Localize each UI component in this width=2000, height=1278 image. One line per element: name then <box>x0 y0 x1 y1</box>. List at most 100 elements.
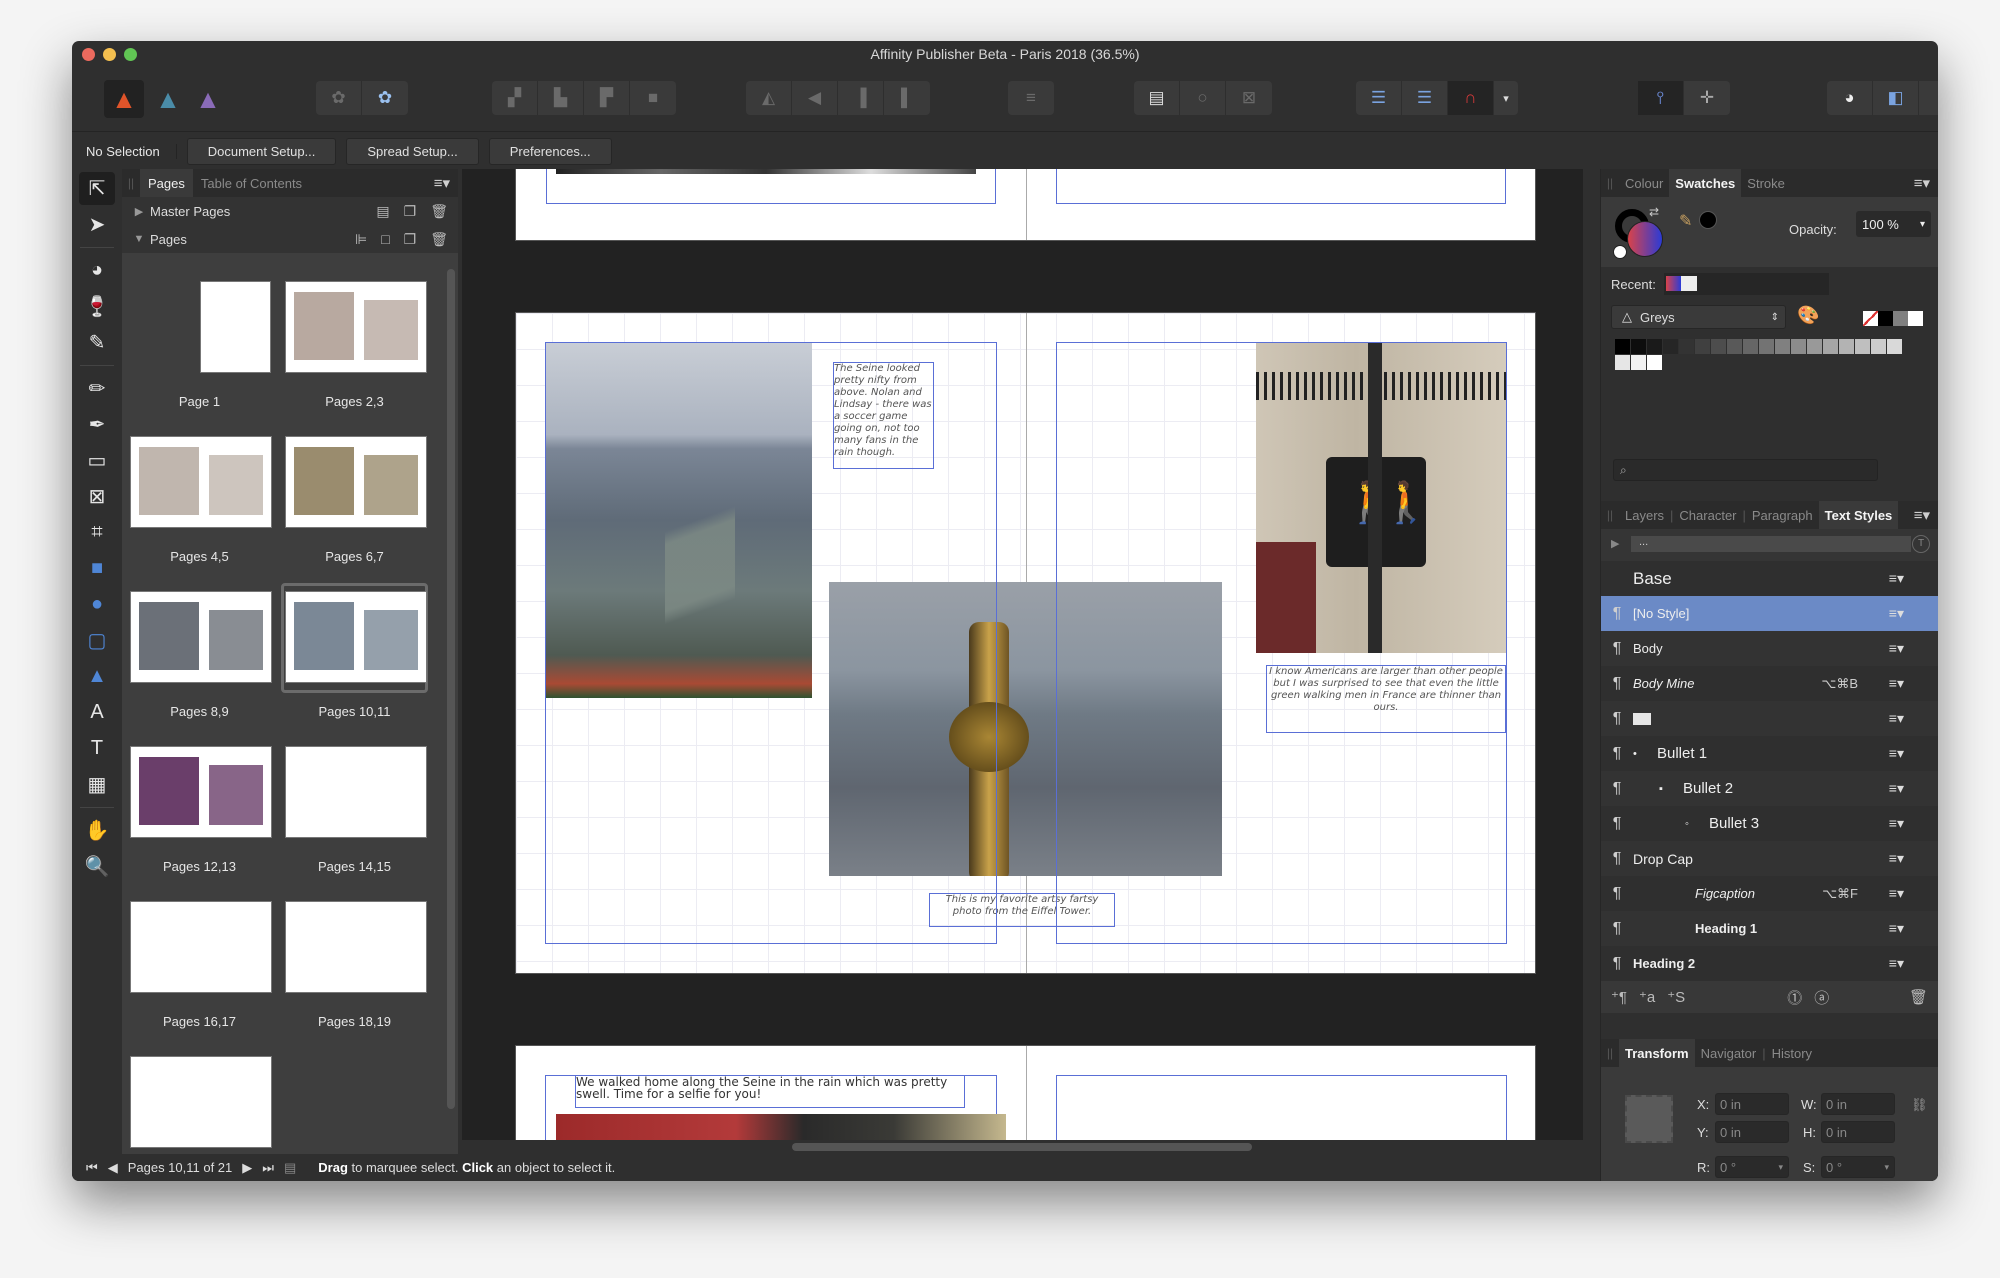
previous-page-icon[interactable]: ◀ <box>108 1160 118 1176</box>
photo-persona-button[interactable]: ▲ <box>188 80 228 118</box>
text-style-item[interactable]: ¶ Heading 2 ≡▾ <box>1601 946 1938 981</box>
style-menu-icon[interactable]: ≡▾ <box>1889 640 1904 657</box>
recent-swatch-white[interactable] <box>1681 276 1697 291</box>
grey-swatch[interactable] <box>1893 311 1908 326</box>
grey-swatch[interactable] <box>1631 355 1646 370</box>
grey-swatch[interactable] <box>1807 339 1822 354</box>
grey-swatch[interactable] <box>1823 339 1838 354</box>
close-window-button[interactable] <box>82 48 95 61</box>
rotate-right-button[interactable]: ▌ <box>884 81 930 115</box>
tab-layers[interactable]: Layers <box>1619 501 1670 529</box>
first-page-icon[interactable]: ⏮ <box>86 1160 98 1176</box>
panel-grip-icon[interactable]: || <box>1601 501 1619 529</box>
style-menu-icon[interactable]: ≡▾ <box>1889 920 1904 937</box>
umbrella-photo[interactable] <box>556 1114 1006 1140</box>
pencil-tool-button[interactable]: ✏ <box>79 372 115 405</box>
move-back-button[interactable]: ▙ <box>538 81 584 115</box>
subtract-boolean-button[interactable]: ◧ <box>1873 81 1919 115</box>
page-thumbnail[interactable] <box>122 1044 277 1154</box>
tab-colour[interactable]: Colour <box>1619 169 1669 197</box>
text-frame-walked[interactable]: We walked home along the Seine in the ra… <box>575 1075 965 1108</box>
expand-triangle-icon[interactable]: ▶ <box>1611 537 1619 550</box>
grey-swatch[interactable] <box>1775 339 1790 354</box>
link-icon[interactable]: ⛓ <box>1911 1097 1928 1113</box>
add-boolean-button[interactable]: ◕ <box>1827 81 1873 115</box>
rotate-left-button[interactable]: ▐ <box>838 81 884 115</box>
panel-grip-icon[interactable]: || <box>1601 1039 1619 1067</box>
page-thumbnail[interactable]: Pages 18,19 <box>277 889 432 1044</box>
text-style-item[interactable]: ¶ Heading 1 ≡▾ <box>1601 911 1938 946</box>
last-page-icon[interactable]: ⏭ <box>262 1160 274 1176</box>
colour-picker-tool-button[interactable]: ◕ <box>79 254 115 287</box>
assistant-options-button[interactable]: ✿ <box>316 81 362 115</box>
align-button[interactable]: ≡ <box>1008 81 1054 115</box>
page-thumbnail[interactable]: Pages 6,7 <box>277 424 432 579</box>
grey-swatch[interactable] <box>1839 339 1854 354</box>
page-thumbnail[interactable]: Page 1 <box>122 269 277 424</box>
palette-selector[interactable]: △ Greys ⇕ <box>1611 305 1786 329</box>
none-swatch[interactable] <box>1863 311 1878 326</box>
add-master-icon[interactable]: ▤ <box>376 203 389 220</box>
insert-pages-icon[interactable]: ⊫ <box>355 231 367 248</box>
grey-swatch[interactable] <box>1743 339 1758 354</box>
new-group-style-icon[interactable]: ⁺S <box>1667 988 1685 1006</box>
spread-12-13[interactable]: We walked home along the Seine in the ra… <box>515 1045 1536 1140</box>
tab-table-of-contents[interactable]: Table of Contents <box>193 169 310 197</box>
transparency-tool-button[interactable]: 🍷 <box>79 290 115 323</box>
minimize-window-button[interactable] <box>103 48 116 61</box>
paragraph-style-indicator-icon[interactable]: ⓵ <box>1787 987 1802 1008</box>
style-menu-icon[interactable]: ≡▾ <box>1889 780 1904 797</box>
text-style-item[interactable]: ¶ Drop Cap ≡▾ <box>1601 841 1938 876</box>
grey-swatch[interactable] <box>1759 339 1774 354</box>
page-thumbnail[interactable]: Pages 14,15 <box>277 734 432 889</box>
tab-swatches[interactable]: Swatches <box>1669 169 1742 197</box>
flip-vertical-button[interactable]: ◀ <box>792 81 838 115</box>
new-character-style-icon[interactable]: ⁺a <box>1639 988 1655 1006</box>
no-fill-icon[interactable] <box>1613 245 1627 259</box>
master-pages-section[interactable]: ▶ Master Pages ▤ ❐ 🗑 <box>122 197 458 225</box>
grey-swatch[interactable] <box>1855 339 1870 354</box>
page-thumbnail[interactable]: Pages 2,3 <box>277 269 432 424</box>
swap-icon[interactable]: ⇄ <box>1649 205 1659 219</box>
text-style-item[interactable]: ¶ • Bullet 1 ≡▾ <box>1601 736 1938 771</box>
grey-swatch[interactable] <box>1727 339 1742 354</box>
grey-swatch[interactable] <box>1679 339 1694 354</box>
expand-triangle-icon[interactable]: ▶ <box>128 205 150 218</box>
text-style-item[interactable]: ¶ [No Style] ≡▾ <box>1601 596 1938 631</box>
rectangle-tool-button[interactable]: ■ <box>79 552 115 585</box>
wrap-ellipse-button[interactable]: ○ <box>1180 81 1226 115</box>
snapping-dropdown[interactable]: ▾ <box>1494 81 1518 115</box>
style-filter-field[interactable]: ... <box>1631 536 1911 552</box>
character-style-indicator-icon[interactable]: ⓐ <box>1814 987 1829 1008</box>
page-thumbnail[interactable]: Pages 10,11 <box>277 579 432 734</box>
zoom-tool-button[interactable]: 🔍 <box>79 850 115 883</box>
style-menu-icon[interactable]: ≡▾ <box>1889 570 1904 587</box>
black-swatch[interactable] <box>1878 311 1893 326</box>
add-page-icon[interactable]: □ <box>381 231 389 248</box>
style-group-base[interactable]: Base ≡▾ <box>1601 561 1938 596</box>
document-canvas[interactable]: The Seine looked pretty nifty from above… <box>462 169 1583 1140</box>
node-tool-button[interactable]: ➤ <box>79 208 115 241</box>
place-image-tool-button[interactable]: ▭ <box>79 444 115 477</box>
picked-colour-well[interactable] <box>1699 211 1717 229</box>
style-menu-icon[interactable]: ≡▾ <box>1889 710 1904 727</box>
maximize-window-button[interactable] <box>124 48 137 61</box>
designer-persona-button[interactable]: ▲ <box>148 80 188 118</box>
swatch-search-input[interactable]: ⌕ <box>1613 459 1878 481</box>
style-menu-icon[interactable]: ≡▾ <box>1889 885 1904 902</box>
snapping-button[interactable]: ∩ <box>1448 81 1494 115</box>
delete-style-icon[interactable]: 🗑 <box>1909 988 1928 1006</box>
tab-navigator[interactable]: Navigator <box>1695 1039 1763 1067</box>
duplicate-page-icon[interactable]: ❐ <box>404 231 417 248</box>
white-swatch[interactable] <box>1908 311 1923 326</box>
pages-section[interactable]: ▼ Pages ⊫ □ ❐ 🗑 <box>122 225 458 253</box>
recent-swatch-gradient[interactable] <box>1666 276 1681 291</box>
shear-field[interactable]: 0 ° ▾ <box>1821 1156 1895 1178</box>
frame-text-tool-button[interactable]: T <box>79 732 115 765</box>
page-thumbnail[interactable]: Pages 12,13 <box>122 734 277 889</box>
publisher-persona-button[interactable]: ▲ <box>104 80 144 118</box>
grey-swatch[interactable] <box>1663 339 1678 354</box>
transform-selection-button[interactable]: ⫯ <box>1638 81 1684 115</box>
tab-history[interactable]: History <box>1766 1039 1818 1067</box>
grey-swatch[interactable] <box>1647 339 1662 354</box>
